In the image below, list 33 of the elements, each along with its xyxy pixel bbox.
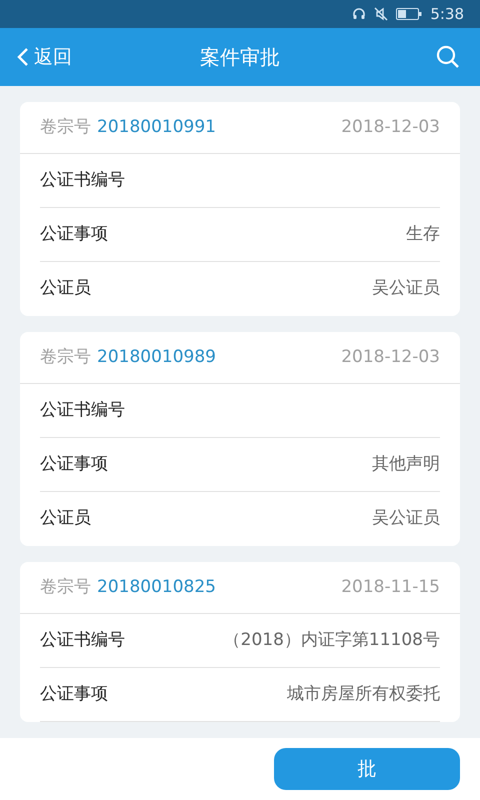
field-label: 公证书编号: [40, 628, 125, 652]
field-label: 公证员: [40, 507, 91, 530]
field-label: 公证事项: [40, 452, 108, 476]
case-date: 2018-11-15: [341, 576, 440, 599]
search-icon[interactable]: [436, 45, 460, 69]
battery-icon: [396, 8, 422, 20]
case-number: 20180010825: [97, 576, 216, 599]
chevron-left-icon: [16, 47, 30, 67]
case-number: 20180010991: [97, 116, 216, 139]
field-value: 生存: [406, 222, 440, 246]
field-value: （2018）内证字第11108号: [224, 628, 440, 652]
mute-icon: [374, 7, 388, 21]
field-value: 其他声明: [372, 452, 440, 476]
case-date: 2018-12-03: [341, 346, 440, 369]
case-date: 2018-12-03: [341, 116, 440, 139]
case-card[interactable]: 卷宗号 20180010991 2018-12-03 公证书编号 公证事项 生存 公证员 吴公证员: [20, 102, 460, 316]
field-label: 公证书编号: [40, 168, 125, 192]
status-time: 5:38: [430, 4, 464, 25]
field-label: 公证书编号: [40, 398, 125, 422]
case-number-label: 卷宗号: [40, 576, 91, 599]
case-card[interactable]: 卷宗号 20180010989 2018-12-03 公证书编号 公证事项 其他声明 公证员 吴公证员: [20, 332, 460, 546]
field-label: 公证事项: [40, 682, 108, 706]
case-number: 20180010989: [97, 346, 216, 369]
case-card[interactable]: 卷宗号 20180010825 2018-11-15 公证书编号 （2018）内证字第11108号 公证事项 城市房屋所有权委托: [20, 562, 460, 722]
case-number-label: 卷宗号: [40, 116, 91, 139]
field-label: 公证员: [40, 277, 91, 300]
field-value: 城市房屋所有权委托: [287, 682, 440, 706]
page-title: 案件审批: [200, 44, 280, 71]
field-value: 吴公证员: [372, 277, 440, 300]
field-label: 公证事项: [40, 222, 108, 246]
case-number-label: 卷宗号: [40, 346, 91, 369]
headset-icon: [352, 7, 366, 21]
field-value: 吴公证员: [372, 507, 440, 530]
